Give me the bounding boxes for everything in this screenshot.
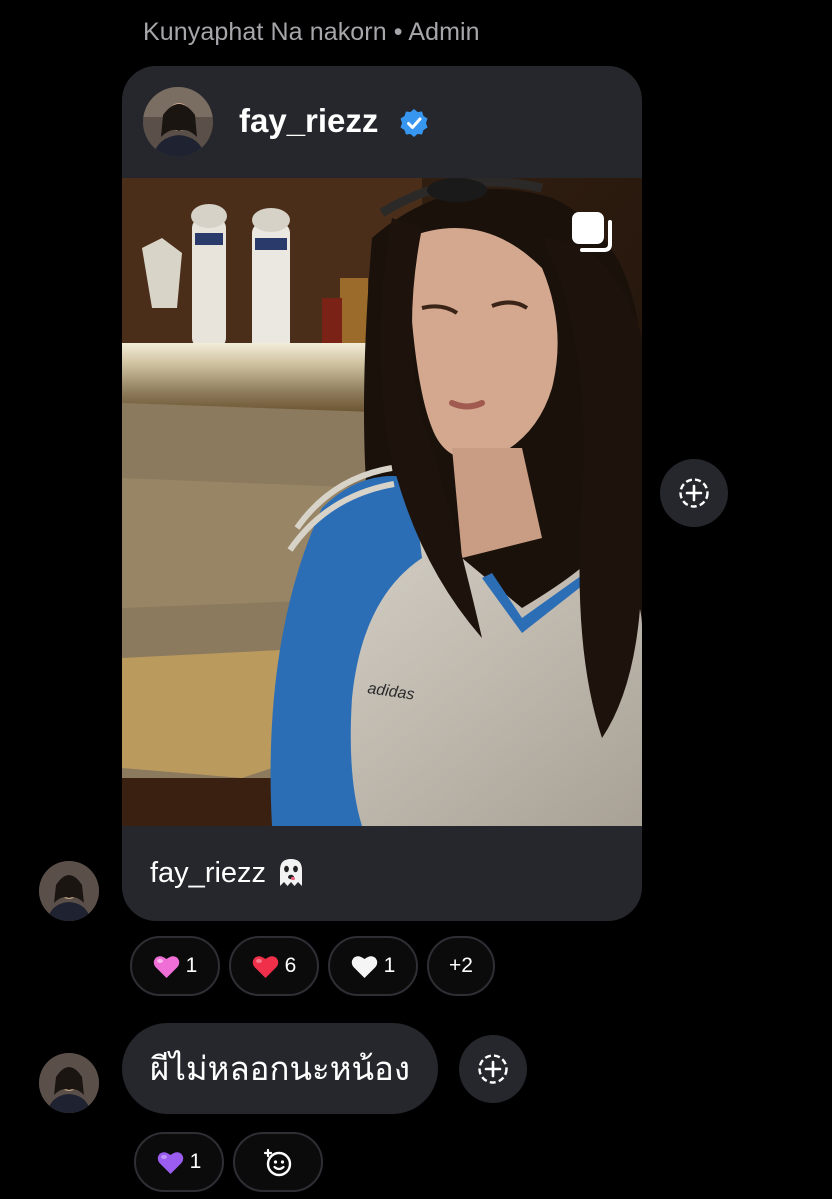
verified-badge-icon (400, 109, 428, 137)
white-heart-icon (351, 955, 377, 978)
pink-heart-icon (153, 955, 179, 978)
add-circle-icon (679, 478, 709, 508)
reaction-count: 6 (284, 954, 297, 977)
post-reactions: 1 6 1 +2 (130, 936, 495, 996)
reaction-more[interactable]: +2 (427, 936, 495, 996)
post-photo[interactable]: adidas (122, 178, 642, 826)
multi-photo-icon (572, 212, 612, 252)
caption-username: fay_riezz (150, 856, 267, 889)
post-author-avatar[interactable] (143, 87, 213, 157)
reaction-red-heart[interactable]: 6 (229, 936, 319, 996)
add-emoji-reaction-button[interactable] (233, 1132, 323, 1192)
reaction-purple-heart[interactable]: 1 (134, 1132, 224, 1192)
purple-heart-icon (157, 1151, 183, 1174)
sender-avatar[interactable] (39, 1053, 99, 1113)
sender-line: Kunyaphat Na nakorn • Admin (143, 18, 480, 47)
message-bubble[interactable]: ผีไม่หลอกนะหน้อง (122, 1023, 438, 1114)
reaction-more-count: +2 (449, 954, 473, 977)
post-header[interactable]: fay_riezz (122, 66, 642, 178)
reaction-white-heart[interactable]: 1 (328, 936, 418, 996)
post-photo-illustration: adidas (122, 178, 642, 826)
reaction-count: 1 (383, 954, 396, 977)
ghost-emoji-icon (280, 859, 303, 886)
sender-separator: • (386, 18, 409, 46)
post-caption: fay_riezz (150, 856, 308, 890)
message-reactions: 1 (134, 1132, 323, 1192)
message-text: ผีไม่หลอกนะหน้อง (150, 1049, 410, 1088)
shared-post-card[interactable]: fay_riezz adidas fay_riezz (122, 66, 642, 921)
red-heart-icon (252, 955, 278, 978)
sender-role: Admin (408, 18, 480, 46)
sender-name: Kunyaphat Na nakorn (143, 18, 387, 46)
add-reaction-button[interactable] (660, 459, 728, 527)
reaction-pink-heart[interactable]: 1 (130, 936, 220, 996)
add-circle-icon (478, 1054, 508, 1084)
post-username[interactable]: fay_riezz (239, 102, 378, 140)
sender-avatar[interactable] (39, 861, 99, 921)
reaction-count: 1 (189, 1150, 202, 1173)
reaction-count: 1 (185, 954, 198, 977)
add-emoji-icon (263, 1148, 292, 1177)
add-reaction-button[interactable] (459, 1035, 527, 1103)
